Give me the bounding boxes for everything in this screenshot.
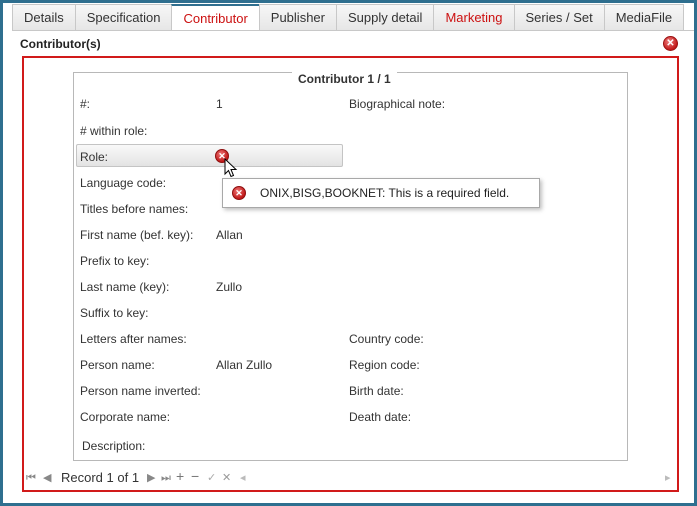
death-date-label: Death date:: [349, 410, 412, 424]
contributor-fieldset-border: [73, 72, 628, 461]
number-label: #:: [80, 97, 91, 111]
titles-before-names-label: Titles before names:: [80, 202, 189, 216]
mouse-cursor-icon: [224, 158, 238, 178]
record-toolbar: ⏮ ◀ Record 1 of 1 ▶ ⏭ + − ✓ ✕ ◂ ▸: [24, 469, 677, 489]
first-name-value[interactable]: Allan: [216, 228, 243, 242]
next-record-icon[interactable]: ▶: [147, 471, 155, 485]
biographical-note-label: Biographical note:: [349, 97, 446, 111]
prev-record-icon[interactable]: ◀: [43, 471, 51, 485]
country-code-label: Country code:: [349, 332, 424, 346]
person-name-value[interactable]: Allan Zullo: [216, 358, 272, 372]
cancel-icon[interactable]: ✕: [222, 471, 231, 485]
tab-contributor[interactable]: Contributor: [171, 4, 260, 31]
role-field[interactable]: [76, 144, 343, 167]
validation-message: ONIX,BISG,BOOKNET: This is a required fi…: [260, 186, 510, 200]
letters-after-names-label: Letters after names:: [80, 332, 187, 346]
record-label: Record 1 of 1: [61, 470, 140, 485]
add-icon[interactable]: +: [176, 469, 184, 483]
remove-icon[interactable]: −: [191, 469, 199, 483]
tab-marketing[interactable]: Marketing: [433, 4, 515, 30]
first-record-icon[interactable]: ⏮: [26, 471, 36, 485]
error-icon: ✕: [232, 186, 246, 200]
contributor-legend: Contributor 1 / 1: [292, 72, 397, 86]
tab-details[interactable]: Details: [12, 4, 76, 30]
region-code-label: Region code:: [349, 358, 420, 372]
tab-mediafile[interactable]: MediaFile: [603, 4, 685, 30]
tab-specification[interactable]: Specification: [74, 4, 173, 30]
prefix-to-key-label: Prefix to key:: [80, 254, 150, 268]
number-value[interactable]: 1: [216, 97, 223, 111]
panel-title: Contributor(s): [20, 37, 101, 51]
scroll-right-icon[interactable]: ▸: [665, 471, 671, 485]
language-code-label: Language code:: [80, 176, 167, 190]
scroll-left-icon[interactable]: ◂: [240, 471, 246, 485]
person-name-label: Person name:: [80, 358, 155, 372]
birth-date-label: Birth date:: [349, 384, 404, 398]
tab-supply-detail[interactable]: Supply detail: [335, 4, 435, 30]
tab-divider: [12, 30, 694, 31]
tab-bar: Details Specification Contributor Publis…: [12, 4, 685, 31]
last-record-icon[interactable]: ⏭: [161, 471, 171, 485]
last-name-label: Last name (key):: [80, 280, 170, 294]
last-name-value[interactable]: Zullo: [216, 280, 242, 294]
tab-publisher[interactable]: Publisher: [258, 4, 337, 30]
suffix-to-key-label: Suffix to key:: [80, 306, 149, 320]
number-within-role-label: # within role:: [80, 124, 148, 138]
close-icon[interactable]: ✕: [663, 36, 678, 51]
confirm-icon[interactable]: ✓: [207, 471, 216, 485]
validation-tooltip: ✕ ONIX,BISG,BOOKNET: This is a required …: [222, 178, 540, 208]
description-label: Description:: [82, 439, 146, 453]
person-name-inverted-label: Person name inverted:: [80, 384, 201, 398]
first-name-label: First name (bef. key):: [80, 228, 194, 242]
role-label: Role:: [80, 150, 109, 164]
corporate-name-label: Corporate name:: [80, 410, 171, 424]
tab-series-set[interactable]: Series / Set: [513, 4, 605, 30]
